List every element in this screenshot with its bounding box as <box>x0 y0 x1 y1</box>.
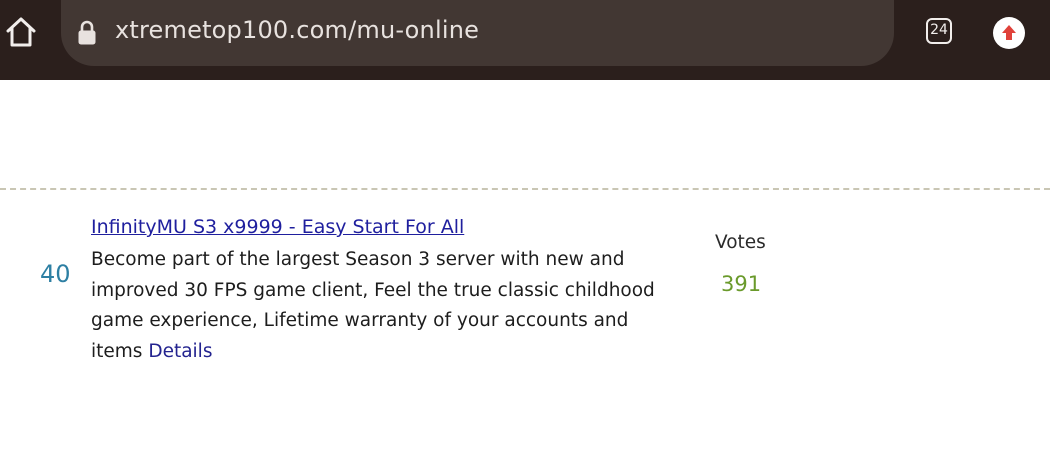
votes-label: Votes <box>715 232 766 253</box>
tab-count: 24 <box>930 22 948 38</box>
tab-switcher-button[interactable]: 24 <box>926 18 952 44</box>
address-bar[interactable]: xtremetop100.com/mu-online <box>61 0 894 66</box>
details-link[interactable]: Details <box>148 341 212 362</box>
url-text[interactable]: xtremetop100.com/mu-online <box>115 16 479 44</box>
server-title-link[interactable]: InfinityMU S3 x9999 - Easy Start For All <box>91 216 464 238</box>
section-divider <box>0 188 1050 190</box>
browser-toolbar: xtremetop100.com/mu-online 24 <box>0 0 1050 80</box>
server-rank: 40 <box>40 260 71 288</box>
votes-count: 391 <box>721 272 762 296</box>
update-button[interactable] <box>993 17 1025 49</box>
update-arrow-icon <box>1002 25 1016 40</box>
lock-icon <box>78 20 96 45</box>
server-description: Become part of the largest Season 3 serv… <box>91 245 671 367</box>
home-icon[interactable] <box>4 15 38 49</box>
